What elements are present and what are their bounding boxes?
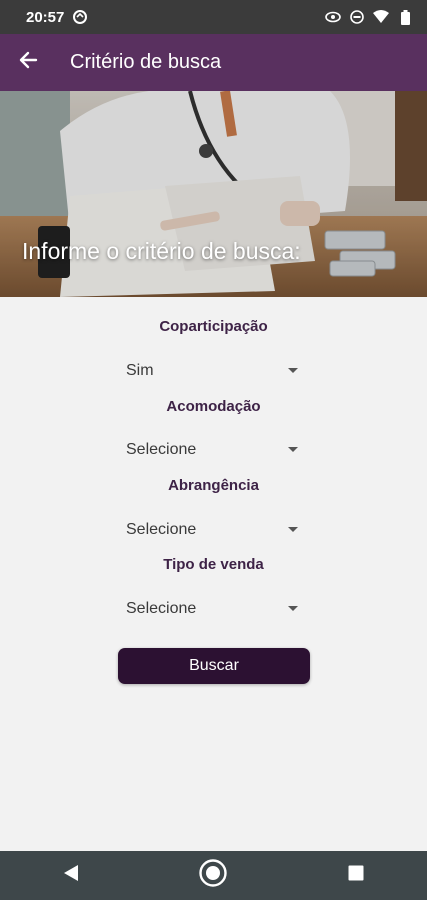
system-nav-bar <box>0 851 427 900</box>
caret-down-icon <box>288 447 298 452</box>
tipo-de-venda-select[interactable]: Selecione <box>118 594 306 624</box>
eye-icon <box>325 9 341 25</box>
page-title: Critério de busca <box>70 51 222 73</box>
hero-image <box>0 91 427 297</box>
home-circle-icon <box>198 858 228 893</box>
triangle-back-icon <box>63 864 79 887</box>
coparticipacao-select[interactable]: Sim <box>118 356 306 386</box>
nav-recents-button[interactable] <box>326 851 386 900</box>
acomodacao-select[interactable]: Selecione <box>118 435 306 465</box>
app-bar: Critério de busca <box>0 34 427 91</box>
acomodacao-value: Selecione <box>126 441 197 458</box>
status-bar: 20:57 <box>0 0 427 34</box>
arrow-left-icon <box>18 50 38 75</box>
caret-down-icon <box>288 368 298 373</box>
hero-heading: Informe o critério de busca: <box>22 238 301 264</box>
coparticipacao-label: Coparticipação <box>159 318 268 335</box>
back-button[interactable] <box>0 34 56 91</box>
abrangencia-select[interactable]: Selecione <box>118 515 306 545</box>
abrangencia-label: Abrangência <box>168 477 259 494</box>
acomodacao-label: Acomodação <box>166 398 261 415</box>
sync-icon <box>72 9 88 25</box>
do-not-disturb-icon <box>349 9 365 25</box>
tipo-de-venda-label: Tipo de venda <box>163 556 264 573</box>
buscar-button[interactable]: Buscar <box>118 648 310 684</box>
caret-down-icon <box>288 606 298 611</box>
battery-icon <box>397 9 413 25</box>
caret-down-icon <box>288 527 298 532</box>
status-time: 20:57 <box>26 8 65 26</box>
nav-back-button[interactable] <box>41 851 101 900</box>
square-recents-icon <box>348 865 364 886</box>
nav-home-button[interactable] <box>183 851 243 900</box>
hero-banner: Informe o critério de busca: <box>0 91 427 297</box>
coparticipacao-value: Sim <box>126 362 154 379</box>
tipo-de-venda-value: Selecione <box>126 600 197 617</box>
wifi-icon <box>373 9 389 25</box>
abrangencia-value: Selecione <box>126 521 197 538</box>
